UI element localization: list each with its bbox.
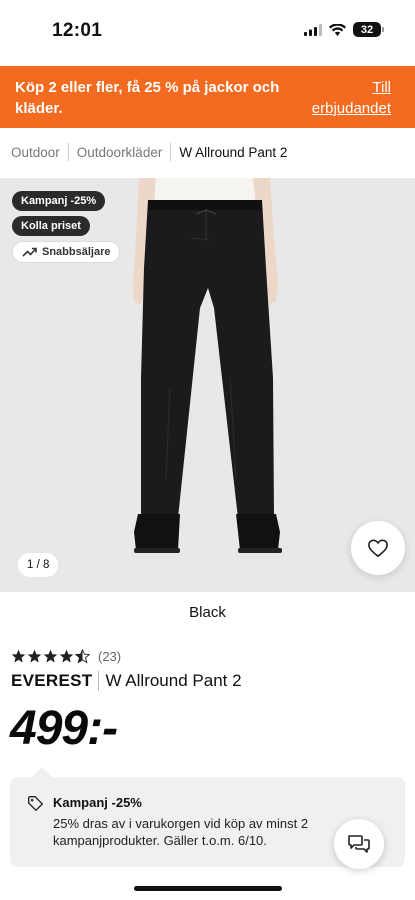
half-star-icon — [75, 649, 90, 664]
title-divider — [98, 671, 100, 691]
trend-icon — [22, 247, 37, 257]
product-name: W Allround Pant 2 — [105, 671, 242, 690]
heart-icon — [368, 539, 388, 558]
home-indicator — [134, 886, 282, 891]
campaign-info-box: Kampanj -25% 25% dras av i varukorgen vi… — [10, 767, 405, 869]
chat-button[interactable] — [334, 819, 384, 869]
status-bar: 12:01 32 — [0, 0, 415, 62]
breadcrumb-divider — [67, 143, 69, 161]
price: 499:- — [10, 702, 118, 755]
breadcrumb: Outdoor Outdoorkläder W Allround Pant 2 — [11, 143, 287, 161]
product-title-row: EVEREST W Allround Pant 2 — [11, 671, 242, 691]
star-icon — [27, 649, 42, 663]
status-time: 12:01 — [52, 20, 103, 41]
campaign-description: 25% dras av i varukorgen vid köp av mins… — [53, 816, 309, 848]
promo-banner[interactable]: Köp 2 eller fler, få 25 % på jackor och … — [0, 66, 415, 128]
status-icons: 32 — [304, 22, 384, 37]
wifi-icon — [329, 23, 346, 36]
battery-icon: 32 — [353, 22, 384, 37]
rating-row[interactable]: (23) — [11, 649, 121, 664]
campaign-badge: Kampanj -25% — [12, 191, 106, 211]
promo-text: Köp 2 eller fler, få 25 % på jackor och … — [15, 79, 280, 117]
chat-icon — [348, 835, 370, 853]
campaign-title: Kampanj -25% — [53, 795, 142, 810]
fast-seller-label: Snabbsäljare — [42, 246, 111, 258]
star-icon — [11, 649, 26, 663]
star-icon — [43, 649, 58, 663]
breadcrumb-item-current: W Allround Pant 2 — [179, 144, 288, 160]
image-counter: 1 / 8 — [18, 553, 59, 577]
favorite-button[interactable] — [351, 521, 405, 575]
promo-link-line2: erbjudandet — [311, 100, 391, 117]
battery-level: 32 — [360, 23, 374, 36]
brand-name[interactable]: EVEREST — [11, 671, 92, 691]
signal-icon — [304, 23, 322, 36]
fast-seller-badge: Snabbsäljare — [12, 241, 121, 263]
promo-offer-link[interactable]: Till erbjudandet — [301, 77, 391, 119]
star-icon — [59, 649, 74, 663]
breadcrumb-item-outdoorklader[interactable]: Outdoorkläder — [77, 145, 163, 160]
check-price-badge: Kolla priset — [12, 216, 90, 236]
rating-count[interactable]: (23) — [98, 649, 121, 664]
product-image[interactable]: Kampanj -25% Kolla priset Snabbsäljare 1… — [0, 178, 415, 592]
breadcrumb-item-outdoor[interactable]: Outdoor — [11, 145, 60, 160]
tag-icon — [27, 795, 44, 817]
breadcrumb-divider — [170, 143, 172, 161]
promo-link-line1: Till — [372, 79, 391, 96]
color-label[interactable]: Black — [0, 604, 415, 621]
